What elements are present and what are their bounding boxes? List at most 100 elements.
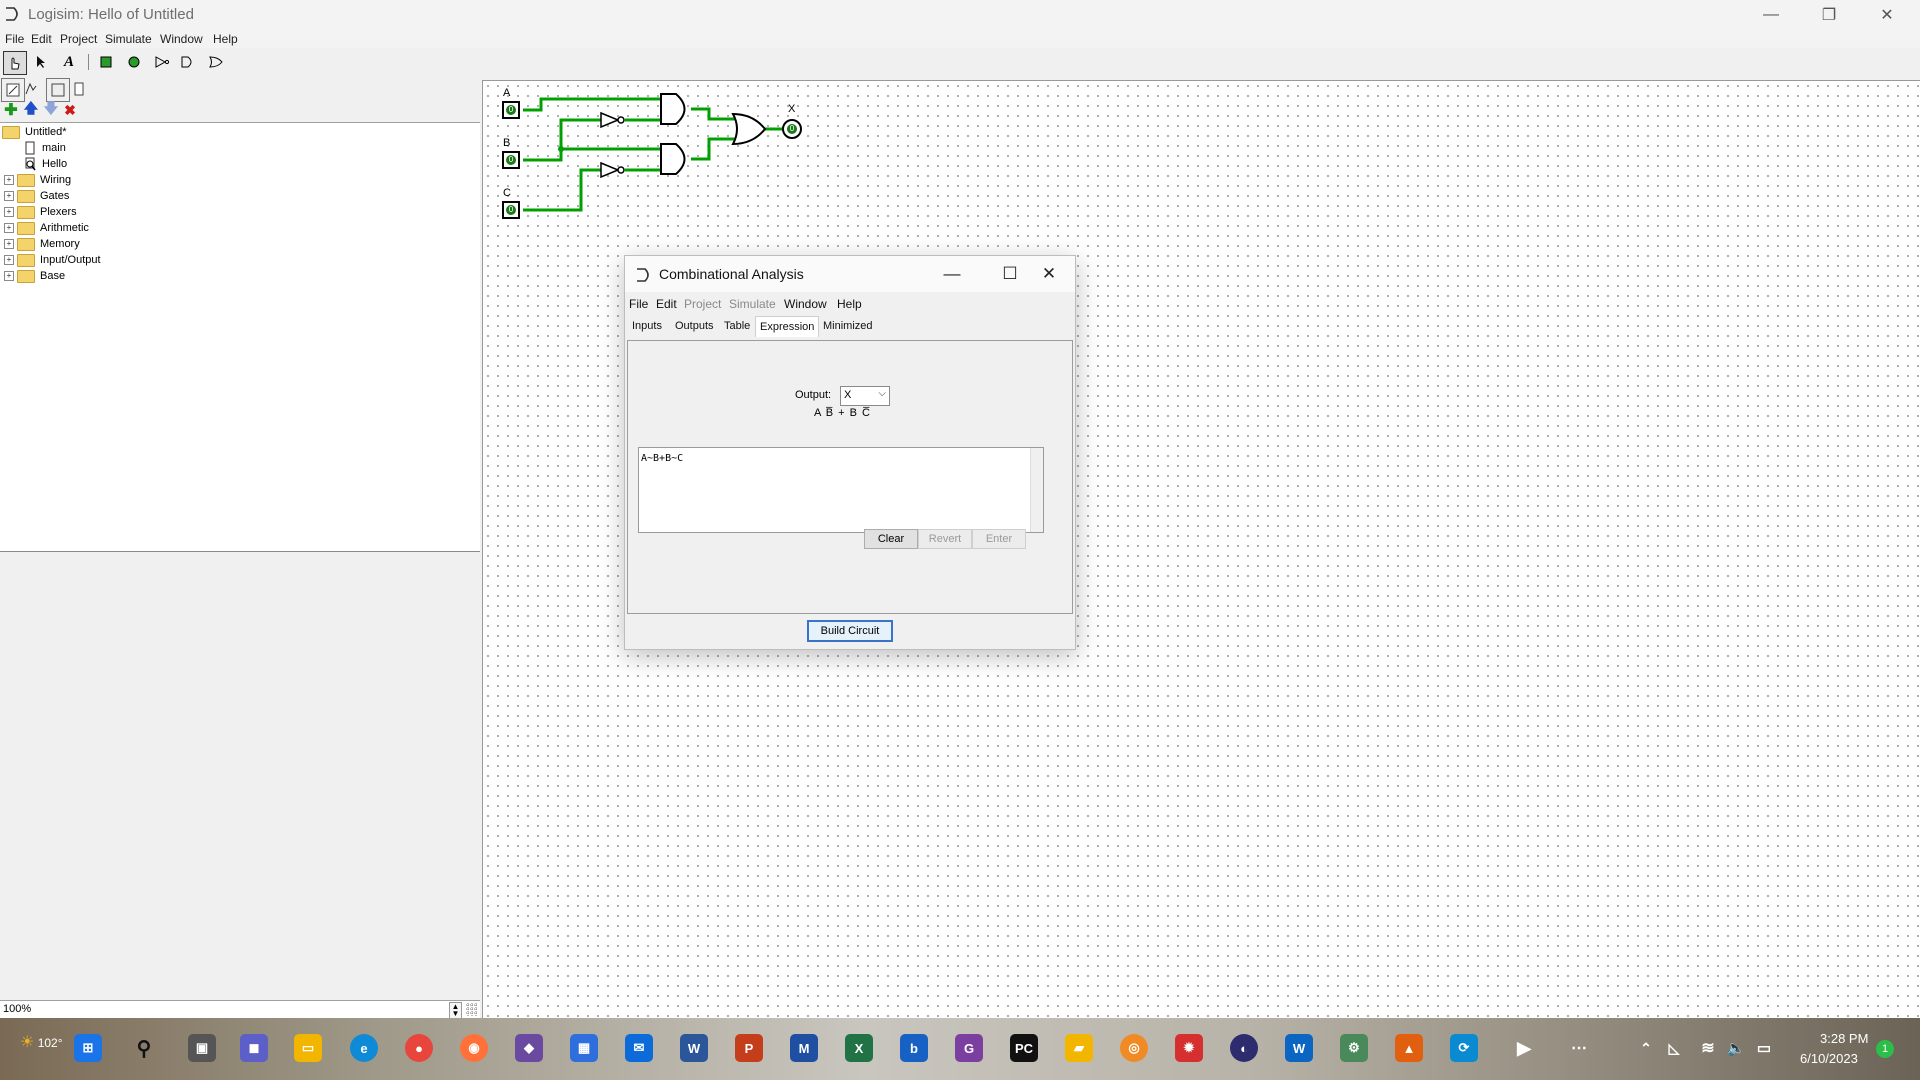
expand-icon[interactable]: +	[4, 207, 14, 217]
expand-icon[interactable]: +	[4, 175, 14, 185]
expand-icon[interactable]: +	[4, 271, 14, 281]
menu-window[interactable]: Window	[160, 32, 203, 46]
mail-icon[interactable]: ✉	[625, 1034, 653, 1062]
output-pin-x[interactable]: 0	[782, 119, 802, 139]
network-icon[interactable]: ◺	[1660, 1034, 1688, 1062]
library-arithmetic[interactable]: + Arithmetic	[4, 220, 89, 236]
delete-circuit-icon[interactable]: ✖	[59, 99, 81, 121]
logisim-taskbar-icon[interactable]: ▶	[1510, 1034, 1538, 1062]
bluetooth-app-icon[interactable]: b	[900, 1034, 928, 1062]
expression-text[interactable]: A~B+B~C	[641, 453, 683, 464]
build-circuit-button[interactable]: Build Circuit	[807, 620, 893, 642]
select-tool-icon[interactable]	[30, 51, 52, 73]
expand-icon[interactable]: +	[4, 255, 14, 265]
zoom-bar[interactable]: 100% ▲ ▼	[0, 1000, 480, 1019]
move-up-icon[interactable]: 🡅	[20, 99, 42, 121]
notification-badge[interactable]: 1	[1876, 1040, 1894, 1058]
menu-help[interactable]: Help	[213, 32, 238, 46]
project-node[interactable]: Untitled*	[2, 124, 67, 140]
firefox-icon[interactable]: ◉	[460, 1034, 488, 1062]
dialog-close-button[interactable]: ✕	[1025, 259, 1073, 289]
vs-code-icon[interactable]: M	[790, 1034, 818, 1062]
edge-icon[interactable]: e	[350, 1034, 378, 1062]
dialog-menu-window[interactable]: Window	[784, 297, 827, 311]
input-pin-b[interactable]: 0	[502, 151, 520, 169]
powerpoint-icon[interactable]: P	[735, 1034, 763, 1062]
library-gates[interactable]: + Gates	[4, 188, 69, 204]
store-icon[interactable]: ▦	[570, 1034, 598, 1062]
library-plexers[interactable]: + Plexers	[4, 204, 77, 220]
browser-app-icon[interactable]: ◎	[1120, 1034, 1148, 1062]
settings-app-icon[interactable]: ✹	[1175, 1034, 1203, 1062]
circuit-hello[interactable]: Hello	[24, 156, 67, 172]
zoom-spinner[interactable]: ▲ ▼	[449, 1002, 462, 1019]
menu-file[interactable]: File	[5, 32, 24, 46]
chrome-icon[interactable]: ●	[405, 1034, 433, 1062]
minimize-button[interactable]: —	[1742, 0, 1800, 30]
dialog-menu-help[interactable]: Help	[837, 297, 862, 311]
battery-icon[interactable]: ▭	[1750, 1034, 1778, 1062]
input-pin-c[interactable]: 0	[502, 201, 520, 219]
tab-inputs[interactable]: Inputs	[628, 320, 666, 336]
clock-date[interactable]: 6/10/2023	[1800, 1051, 1858, 1066]
tab-outputs[interactable]: Outputs	[671, 320, 718, 336]
add-circuit-icon[interactable]: ✚	[0, 99, 22, 121]
word-icon[interactable]: W	[680, 1034, 708, 1062]
word-mobile-icon[interactable]: W	[1285, 1034, 1313, 1062]
matlab-icon[interactable]: ▲	[1395, 1034, 1423, 1062]
dialog-minimize-button[interactable]: —	[928, 259, 976, 289]
tool-app-icon[interactable]: ⚙	[1340, 1034, 1368, 1062]
clock-time[interactable]: 3:28 PM	[1820, 1031, 1868, 1046]
chevron-up-icon[interactable]: ⌃	[1632, 1034, 1660, 1062]
input-pin-a[interactable]: 0	[502, 101, 520, 119]
text-tool-icon[interactable]: A	[58, 51, 80, 73]
tab-table[interactable]: Table	[720, 320, 754, 336]
expression-scrollbar[interactable]	[1030, 448, 1043, 532]
teams-icon[interactable]: ◼	[240, 1034, 268, 1062]
weather-widget[interactable]: ☀ 102°	[20, 1032, 63, 1052]
dialog-menu-edit[interactable]: Edit	[656, 297, 677, 311]
search-icon[interactable]: ⚲	[130, 1034, 158, 1062]
restore-button[interactable]: ❐	[1800, 0, 1858, 30]
library-memory[interactable]: + Memory	[4, 236, 80, 252]
close-button[interactable]: ✕	[1858, 0, 1916, 30]
wifi-icon[interactable]: ≋	[1694, 1034, 1722, 1062]
menu-edit[interactable]: Edit	[31, 32, 52, 46]
or-gate-icon[interactable]	[205, 51, 227, 73]
tab-expression[interactable]: Expression	[755, 316, 820, 337]
volume-icon[interactable]: 🔈	[1722, 1034, 1750, 1062]
zoom-value[interactable]: 100%	[3, 1003, 31, 1015]
expand-icon[interactable]: +	[4, 239, 14, 249]
grid-toggle-icon[interactable]	[465, 1002, 478, 1017]
task-view-icon[interactable]: ▣	[188, 1034, 216, 1062]
eclipse-icon[interactable]: ◐	[1230, 1034, 1258, 1062]
visual-studio-icon[interactable]: ◆	[515, 1034, 543, 1062]
sync-app-icon[interactable]: ⟳	[1450, 1034, 1478, 1062]
tab-minimized[interactable]: Minimized	[819, 320, 877, 336]
output-pin-icon[interactable]	[123, 51, 145, 73]
output-select[interactable]: X ⌵	[840, 386, 890, 406]
pycharm-icon[interactable]: PC	[1010, 1034, 1038, 1062]
library-input-output[interactable]: + Input/Output	[4, 252, 101, 268]
expression-input[interactable]: A~B+B~C	[638, 447, 1044, 533]
dialog-menu-file[interactable]: File	[629, 297, 648, 311]
file-explorer-icon[interactable]: ▭	[294, 1034, 322, 1062]
folder-app-icon[interactable]: ▰	[1065, 1034, 1093, 1062]
input-pin-icon[interactable]	[95, 51, 117, 73]
library-base[interactable]: + Base	[4, 268, 65, 284]
clear-button[interactable]: Clear	[864, 529, 918, 549]
excel-icon[interactable]: X	[845, 1034, 873, 1062]
start-icon[interactable]: ⊞	[74, 1034, 102, 1062]
circuit-main[interactable]: main	[24, 140, 66, 156]
more-icon[interactable]: ⋯	[1565, 1034, 1593, 1062]
library-wiring[interactable]: + Wiring	[4, 172, 71, 188]
menu-simulate[interactable]: Simulate	[105, 32, 152, 46]
poke-tool-icon[interactable]	[3, 51, 27, 75]
menu-project[interactable]: Project	[60, 32, 97, 46]
expand-icon[interactable]: +	[4, 191, 14, 201]
pdf-app-icon[interactable]: G	[955, 1034, 983, 1062]
and-gate-icon[interactable]	[177, 51, 199, 73]
edit-appearance-icon[interactable]	[20, 78, 42, 100]
simulation-tree-icon[interactable]	[68, 78, 90, 100]
expand-icon[interactable]: +	[4, 223, 14, 233]
